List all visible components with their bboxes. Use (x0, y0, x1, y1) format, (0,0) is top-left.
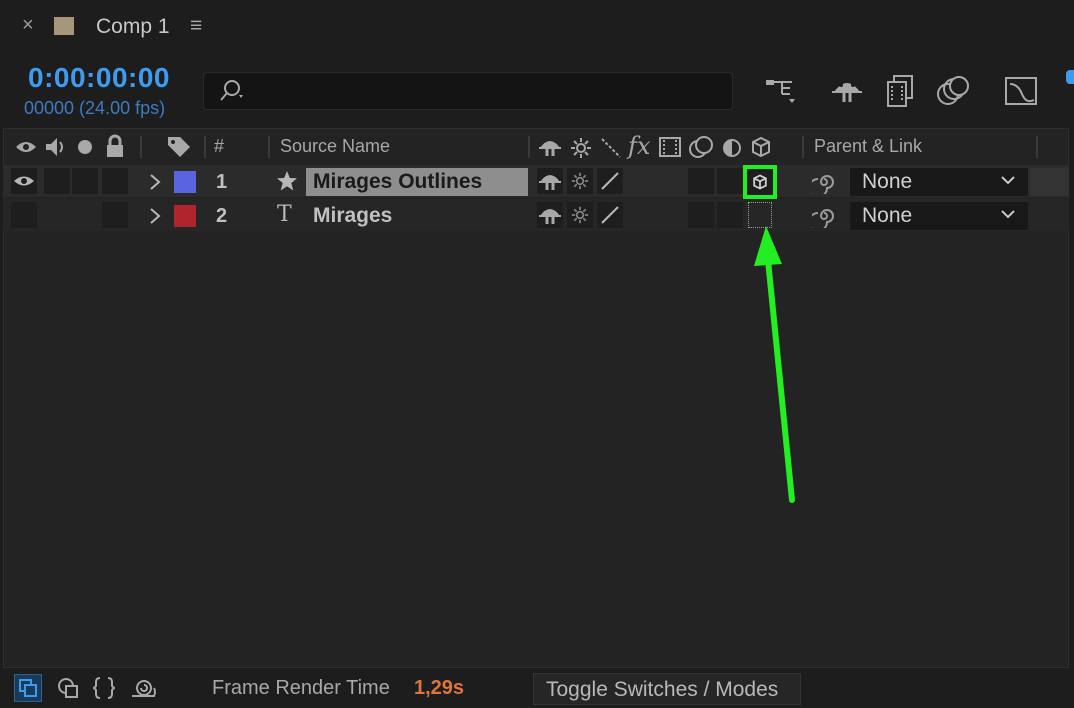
parent-dropdown[interactable]: None (850, 202, 1028, 230)
parent-link-header[interactable]: Parent & Link (814, 136, 922, 157)
effects-header-icon: fx (628, 132, 651, 160)
frame-count-fps: 00000 (24.00 fps) (24, 98, 166, 118)
quality-switch[interactable] (597, 168, 623, 194)
quality-switch[interactable] (597, 202, 623, 228)
lock-header-icon (107, 134, 123, 157)
pickwhip-icon[interactable] (812, 170, 836, 194)
video-visibility-header-icon (16, 142, 36, 152)
audio-header-icon (46, 138, 63, 156)
eye-icon (14, 176, 34, 186)
quality-header-icon (601, 138, 621, 158)
close-tab-button[interactable]: × (22, 14, 34, 37)
motion-blur-switch[interactable] (688, 168, 714, 194)
flowchart-icon[interactable] (762, 72, 800, 110)
frame-render-time-label: Frame Render Time (212, 677, 390, 699)
audio-toggle[interactable] (44, 168, 70, 194)
shy-icon (539, 175, 561, 190)
toggle-switches-modes-label: Toggle Switches / Modes (546, 678, 779, 701)
layer-number: 2 (216, 205, 228, 227)
layer-number: 1 (216, 171, 228, 193)
collapse-switch[interactable] (567, 168, 593, 194)
chevron-down-icon (1001, 210, 1015, 219)
solo-header-icon (78, 140, 92, 154)
frame-blending-icon[interactable] (882, 72, 920, 110)
3d-layer-header-icon (752, 136, 770, 158)
shy-switch[interactable] (537, 202, 563, 228)
lock-toggle[interactable] (102, 202, 128, 228)
solo-toggle[interactable] (72, 168, 98, 194)
chevron-down-icon (1001, 176, 1015, 185)
transfer-controls-icon[interactable] (56, 676, 80, 700)
comp-color-swatch (54, 17, 74, 35)
layer-number-header[interactable]: # (214, 136, 224, 157)
shy-switch[interactable] (537, 168, 563, 194)
source-name-header[interactable]: Source Name (280, 136, 390, 157)
layer-label-color[interactable] (174, 171, 196, 193)
frame-blend-header-icon (659, 137, 681, 157)
parent-value: None (862, 204, 913, 227)
layers-icon (19, 679, 37, 697)
search-icon (220, 80, 243, 101)
parent-dropdown[interactable]: None (850, 168, 1028, 196)
annotation-arrow-icon (754, 226, 795, 503)
in-out-duration-icon[interactable] (92, 676, 116, 700)
motion-blur-icon[interactable] (934, 72, 972, 110)
quality-slash-icon (601, 206, 619, 224)
collapse-header-icon (571, 138, 591, 158)
expand-chevron-icon[interactable] (148, 173, 162, 191)
text-layer-icon: T (277, 202, 292, 227)
3d-cube-icon (753, 174, 767, 190)
layer-search-input[interactable] (203, 72, 733, 110)
panel-menu-icon[interactable]: ≡ (190, 14, 202, 38)
snail-icon[interactable] (130, 676, 158, 700)
layer-name[interactable]: Mirages (313, 204, 392, 228)
adjustment-layer-switch[interactable] (717, 168, 743, 194)
timeline-bar-edge (1030, 168, 1069, 196)
3d-layer-switch[interactable] (743, 165, 777, 199)
motion-blur-header-icon (689, 136, 713, 158)
toggle-switches-modes-button[interactable]: Toggle Switches / Modes (533, 673, 801, 705)
collapse-switch[interactable] (567, 202, 593, 228)
expand-chevron-icon[interactable] (148, 207, 162, 225)
panel-edge-indicator (1066, 70, 1074, 84)
frame-render-time-value: 1,29s (414, 677, 465, 699)
layer-name[interactable]: Mirages Outlines (313, 170, 482, 194)
motion-blur-switch[interactable] (688, 202, 714, 228)
shy-icon (539, 209, 561, 224)
parent-value: None (862, 170, 913, 193)
layer-label-color[interactable] (174, 205, 196, 227)
label-header-icon (168, 137, 190, 157)
lock-toggle[interactable] (102, 168, 128, 194)
current-time-display[interactable]: 0:00:00:00 (28, 62, 170, 94)
quality-slash-icon (601, 172, 619, 190)
video-visibility-toggle[interactable] (11, 168, 37, 194)
sun-icon (571, 206, 589, 224)
pickwhip-icon[interactable] (812, 204, 836, 228)
draft-3d-icon[interactable] (828, 72, 866, 110)
shy-header-icon (539, 141, 561, 156)
comp-tab-title[interactable]: Comp 1 (96, 15, 170, 39)
sun-icon (571, 172, 589, 190)
composition-mini-flowchart-toggle[interactable] (14, 674, 42, 702)
star-icon (277, 171, 297, 191)
graph-editor-icon[interactable] (1002, 72, 1040, 110)
adjustment-layer-header-icon (723, 139, 741, 157)
video-visibility-toggle[interactable] (11, 202, 37, 228)
